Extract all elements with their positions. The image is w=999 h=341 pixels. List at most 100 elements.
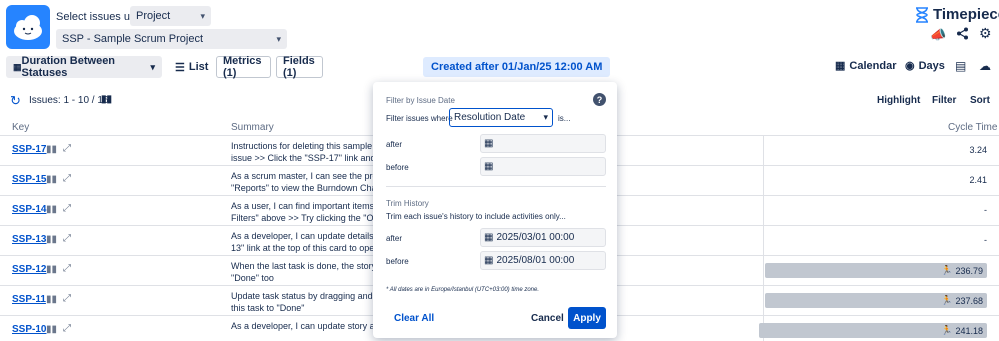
source-select[interactable]: Project ▾ (130, 6, 211, 26)
filter-button[interactable]: Filter (932, 95, 956, 106)
chart-icon[interactable]: ▮▮ (46, 144, 57, 155)
before-date-input[interactable]: ▦ (480, 157, 606, 176)
report-type-dropdown[interactable]: ▦ Duration Between Statuses ▾ (6, 55, 162, 79)
issue-key-link[interactable]: SSP-14 (12, 204, 46, 215)
summary-line-1: Update task status by dragging and dropp… (231, 291, 381, 301)
days-button[interactable]: ◉ Days (905, 59, 945, 73)
chart-icon[interactable]: ▮▮ (46, 294, 57, 305)
chart-icon[interactable]: ▮▮ (101, 94, 112, 105)
cycle-time-value: 237.68 (955, 295, 983, 306)
cycle-time-bar[interactable]: 🏃 237.68 (765, 293, 987, 308)
chart-icon[interactable]: ▮▮ (46, 234, 57, 245)
column-header-key[interactable]: Key (12, 122, 29, 133)
cycle-time-value: 236.79 (955, 265, 983, 276)
filter-where-label: Filter issues where (386, 114, 453, 123)
chevron-down-icon: ▾ (543, 112, 548, 122)
share-icon[interactable] (956, 27, 969, 43)
issue-key-link[interactable]: SSP-10 (12, 324, 46, 335)
issue-key-link[interactable]: SSP-13 (12, 234, 46, 245)
summary-cell: As a scrum master, I can see the progres… (231, 170, 381, 194)
expand-icon[interactable]: ⤢ (63, 173, 71, 184)
help-icon[interactable]: ? (593, 93, 606, 106)
trim-after-input[interactable]: ▦ 2025/03/01 00:00 (480, 228, 606, 247)
chart-icon[interactable]: ▮▮ (46, 204, 57, 215)
summary-line-1: As a developer, I can update details on … (231, 231, 381, 241)
list-button[interactable]: ☰ List (169, 56, 209, 78)
export-icon[interactable]: ▤ (955, 59, 966, 73)
cloud-icon[interactable]: ☁ (979, 59, 991, 73)
days-label: Days (918, 59, 945, 72)
summary-cell: Instructions for deleting this sample bo… (231, 140, 381, 164)
issue-key-link[interactable]: SSP-15 (12, 174, 46, 185)
project-select-value: SSP - Sample Scrum Project (62, 33, 204, 45)
metrics-button[interactable]: Metrics (1) (216, 55, 271, 79)
calendar-icon: ▦ (484, 232, 494, 243)
chevron-down-icon: ▾ (200, 10, 205, 21)
cycle-time-bar[interactable]: 🏃 236.79 (765, 263, 987, 278)
issue-key-link[interactable]: SSP-17 (12, 144, 46, 155)
column-header-summary[interactable]: Summary (231, 122, 274, 133)
cycle-time-value: 241.18 (955, 325, 983, 336)
calendar-icon: ▦ (484, 138, 494, 149)
summary-line-2: Filters" above >> Try clicking the "Only… (231, 213, 381, 223)
issue-key-link[interactable]: SSP-12 (12, 264, 46, 275)
cycle-time-value: - (984, 235, 987, 245)
chart-icon[interactable]: ▮▮ (46, 324, 57, 335)
calendar-icon: ▦ (484, 161, 494, 172)
sort-button[interactable]: Sort (970, 95, 990, 106)
refresh-icon[interactable]: ↻ (10, 93, 21, 109)
after-date-input[interactable]: ▦ (480, 134, 606, 153)
summary-cell: When the last task is done, the story ca… (231, 260, 381, 284)
brand: Timepiece (915, 6, 999, 23)
summary-line-1: As a scrum master, I can see the progres… (231, 171, 381, 181)
date-field-select[interactable]: Resolution Date ▾ (449, 108, 553, 127)
calendar-label: Calendar (849, 59, 897, 72)
cancel-button[interactable]: Cancel (531, 313, 564, 324)
expand-icon[interactable]: ⤢ (63, 203, 71, 214)
is-label: is... (558, 114, 571, 123)
clear-all-button[interactable]: Clear All (394, 313, 434, 324)
expand-icon[interactable]: ⤢ (63, 233, 71, 244)
summary-line-2: issue >> Click the "SSP-17" link and rea… (231, 153, 381, 163)
trim-history-title: Trim History (386, 199, 429, 208)
summary-line-1: Instructions for deleting this sample bo… (231, 141, 381, 151)
after-label: after (386, 140, 403, 149)
runner-icon: 🏃 (941, 325, 953, 335)
filter-summary-banner[interactable]: Created after 01/Jan/25 12:00 AM (423, 57, 611, 77)
eye-icon: ◉ (905, 60, 915, 72)
gear-icon[interactable]: ⚙ (979, 25, 992, 42)
expand-icon[interactable]: ⤢ (63, 323, 71, 334)
expand-icon[interactable]: ⤢ (63, 143, 71, 154)
cycle-time-cell: 🏃 241.18 (759, 316, 993, 341)
app-logo (6, 5, 50, 49)
brand-name: Timepiece (933, 6, 999, 23)
calendar-icon: ▦ (484, 255, 494, 266)
summary-line-2: this task to "Done" (231, 303, 305, 313)
hourglass-icon (916, 6, 928, 23)
trim-history-desc: Trim each issue's history to include act… (386, 212, 566, 221)
cycle-time-cell: 2.41 (763, 166, 993, 196)
summary-line-1: As a user, I can find important items on… (231, 201, 381, 211)
cycle-time-cell: - (763, 226, 993, 256)
fields-button[interactable]: Fields (1) (276, 55, 323, 79)
expand-icon[interactable]: ⤢ (63, 293, 71, 304)
metrics-label: Metrics (1) (223, 55, 262, 79)
apply-button[interactable]: Apply (568, 307, 606, 329)
calendar-button[interactable]: ▦ Calendar (835, 59, 897, 73)
cycle-time-value: 2.41 (969, 175, 987, 185)
expand-icon[interactable]: ⤢ (63, 263, 71, 274)
issue-key-link[interactable]: SSP-11 (12, 294, 46, 305)
highlight-button[interactable]: Highlight (877, 95, 920, 106)
trim-before-input[interactable]: ▦ 2025/08/01 00:00 (480, 251, 606, 270)
summary-cell: As a developer, I can update details on … (231, 230, 381, 254)
project-select[interactable]: SSP - Sample Scrum Project ▾ (56, 29, 287, 49)
chevron-down-icon: ▾ (276, 33, 281, 44)
cycle-time-cell: 3.24 (763, 136, 993, 166)
cycle-time-value: - (984, 205, 987, 215)
chart-icon[interactable]: ▮▮ (46, 264, 57, 275)
announcement-icon[interactable]: 📣 (930, 27, 946, 43)
chart-icon[interactable]: ▮▮ (46, 174, 57, 185)
report-type-label: Duration Between Statuses (21, 55, 116, 79)
cycle-time-bar[interactable]: 🏃 241.18 (759, 323, 987, 338)
column-header-cycle-time[interactable]: Cycle Time (948, 122, 997, 133)
